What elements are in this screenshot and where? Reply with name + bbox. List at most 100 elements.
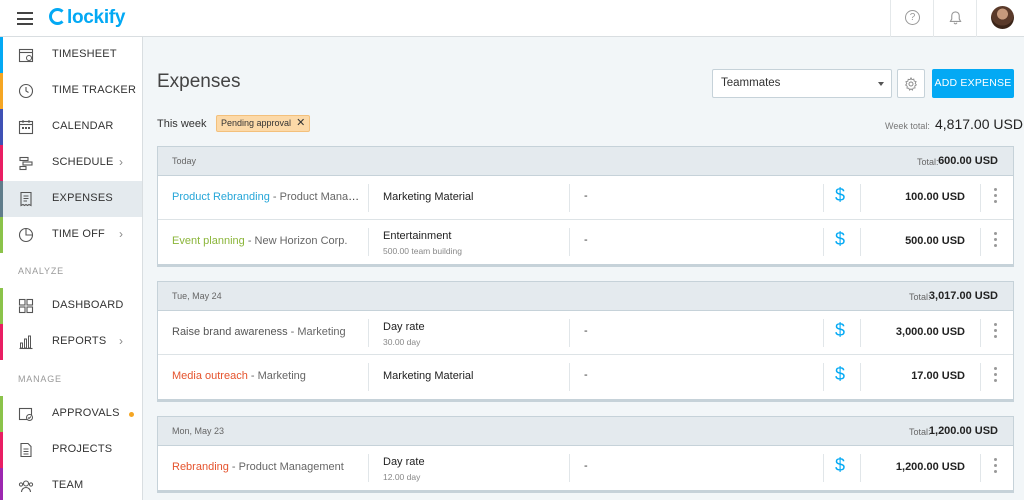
sidebar-item-time-off[interactable]: TIME OFF › (0, 217, 142, 253)
expense-category[interactable]: Marketing Material (383, 370, 473, 382)
expense-row[interactable]: Product Rebranding - Product Managem… Ma… (158, 176, 1013, 220)
notification-dot (129, 412, 134, 417)
add-expense-button[interactable]: ADD EXPENSE (932, 69, 1014, 98)
expense-group: Tue, May 24 Total: 3,017.00 USD Raise br… (157, 281, 1014, 402)
expense-category[interactable]: Marketing Material (383, 191, 473, 203)
sidebar-item-reports[interactable]: REPORTS › (0, 324, 142, 360)
caret-down-icon (878, 82, 884, 86)
clockify-logo[interactable]: lockify (49, 7, 125, 29)
expense-description[interactable]: - (584, 460, 588, 472)
expense-amount[interactable]: 100.00 USD (905, 191, 965, 203)
page-title: Expenses (157, 71, 241, 92)
week-total-value: 4,817.00 USD (935, 116, 1023, 132)
sidebar-item-approvals[interactable]: APPROVALS (0, 396, 142, 432)
receipt-icon (20, 191, 32, 207)
sidebar-item-label: SCHEDULE (52, 156, 114, 168)
filter-chip-label: Pending approval (221, 118, 292, 128)
sidebar-item-label: CALENDAR (52, 120, 114, 132)
expense-project[interactable]: Event planning - New Horizon Corp. (172, 235, 362, 247)
dollar-icon[interactable]: $ (835, 185, 845, 206)
section-label-manage: MANAGE (18, 374, 62, 384)
sidebar-item-label: DASHBOARD (52, 299, 124, 311)
more-options-icon[interactable] (994, 367, 998, 387)
expense-category[interactable]: Day rate (383, 321, 425, 333)
settings-button[interactable] (897, 69, 925, 98)
sidebar-item-label: TIME TRACKER (52, 84, 137, 96)
chevron-right-icon: › (119, 227, 123, 241)
expense-project[interactable]: Rebranding - Product Management (172, 461, 362, 473)
sidebar-item-calendar[interactable]: CALENDAR (0, 109, 142, 145)
group-day: Mon, May 23 (172, 426, 225, 436)
teammates-dropdown-value: Teammates (721, 77, 781, 89)
calendar-icon (18, 120, 34, 135)
sidebar-item-label: PROJECTS (52, 443, 113, 455)
close-icon[interactable]: ✕ (296, 116, 305, 131)
timesheet-icon (18, 48, 34, 63)
sidebar-item-label: TIMESHEET (52, 48, 117, 60)
group-day: Tue, May 24 (172, 291, 222, 301)
sidebar-item-label: EXPENSES (52, 192, 113, 204)
bell-icon[interactable] (948, 10, 963, 26)
team-icon (18, 480, 34, 493)
expense-description[interactable]: - (584, 234, 588, 246)
expense-amount[interactable]: 17.00 USD (911, 370, 965, 382)
sidebar-item-expenses[interactable]: EXPENSES (0, 181, 142, 217)
sidebar-item-dashboard[interactable]: DASHBOARD (0, 288, 142, 324)
expense-project[interactable]: Product Rebranding - Product Managem… (172, 191, 362, 203)
expense-row[interactable]: Event planning - New Horizon Corp. Enter… (158, 220, 1013, 264)
sidebar: TIMESHEET TIME TRACKER CALENDAR SCHEDULE… (0, 37, 143, 500)
clock-icon (18, 83, 34, 99)
sidebar-item-label: TIME OFF (52, 228, 105, 240)
section-label-analyze: ANALYZE (18, 266, 64, 276)
filter-chip-pending-approval[interactable]: Pending approval ✕ (216, 115, 311, 132)
expense-note: 12.00 day (383, 472, 421, 482)
teammates-dropdown[interactable]: Teammates (712, 69, 892, 98)
menu-icon[interactable] (17, 12, 33, 25)
sidebar-item-timesheet[interactable]: TIMESHEET (0, 37, 142, 73)
dollar-icon[interactable]: $ (835, 320, 845, 341)
sidebar-item-team[interactable]: TEAM (0, 468, 142, 500)
expense-description[interactable]: - (584, 369, 588, 381)
more-options-icon[interactable] (994, 323, 998, 343)
avatar[interactable] (991, 6, 1014, 29)
group-total-value: 600.00 USD (938, 155, 998, 167)
schedule-icon (19, 156, 33, 171)
dollar-icon[interactable]: $ (835, 229, 845, 250)
expense-row[interactable]: Raise brand awareness - Marketing Day ra… (158, 311, 1013, 355)
sidebar-item-label: TEAM (52, 479, 84, 491)
expense-project[interactable]: Media outreach - Marketing (172, 370, 362, 382)
expense-group: Today Total: 600.00 USD Product Rebrandi… (157, 146, 1014, 267)
expense-note: 30.00 day (383, 337, 421, 347)
header-divider (976, 0, 977, 37)
more-options-icon[interactable] (994, 188, 998, 208)
expense-amount[interactable]: 3,000.00 USD (896, 326, 965, 338)
dollar-icon[interactable]: $ (835, 364, 845, 385)
sidebar-item-label: REPORTS (52, 335, 107, 347)
dollar-icon[interactable]: $ (835, 455, 845, 476)
sidebar-item-label: APPROVALS (52, 407, 120, 419)
more-options-icon[interactable] (994, 458, 998, 478)
header-divider (890, 0, 891, 37)
sidebar-item-projects[interactable]: PROJECTS (0, 432, 142, 468)
chevron-right-icon: › (119, 334, 123, 348)
expense-row[interactable]: Media outreach - Marketing Marketing Mat… (158, 355, 1013, 399)
reports-icon (19, 335, 33, 350)
sidebar-item-schedule[interactable]: SCHEDULE › (0, 145, 142, 181)
week-range-label[interactable]: This week (157, 118, 207, 130)
more-options-icon[interactable] (994, 232, 998, 252)
expense-group-header: Tue, May 24 Total: 3,017.00 USD (158, 282, 1013, 311)
expense-description[interactable]: - (584, 190, 588, 202)
expense-amount[interactable]: 500.00 USD (905, 235, 965, 247)
group-total-label: Total: (909, 292, 931, 302)
sidebar-item-time-tracker[interactable]: TIME TRACKER (0, 73, 142, 109)
group-total-label: Total: (909, 427, 931, 437)
expense-description[interactable]: - (584, 325, 588, 337)
group-day: Today (172, 156, 197, 166)
expense-note: 500.00 team building (383, 246, 462, 256)
expense-amount[interactable]: 1,200.00 USD (896, 461, 965, 473)
expense-row[interactable]: Rebranding - Product Management Day rate… (158, 446, 1013, 490)
expense-category[interactable]: Entertainment (383, 230, 451, 242)
expense-project[interactable]: Raise brand awareness - Marketing (172, 326, 362, 338)
expense-category[interactable]: Day rate (383, 456, 425, 468)
help-icon[interactable]: ? (905, 10, 920, 25)
